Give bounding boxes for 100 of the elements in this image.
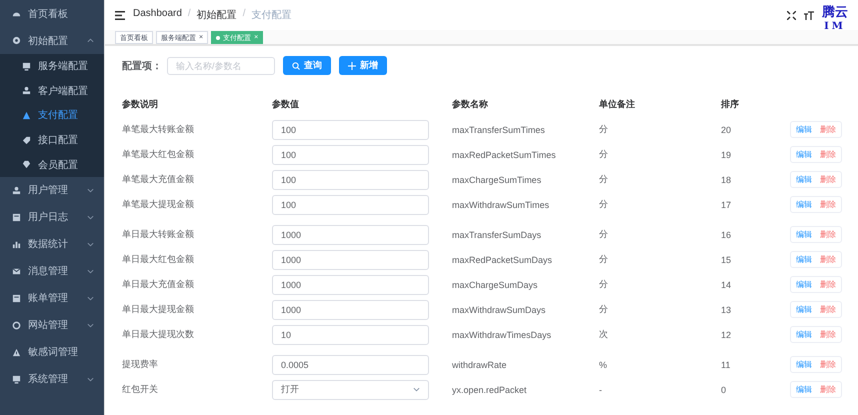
column-header: 参数说明	[122, 98, 159, 110]
table-cell-text: maxTransferSumDays	[452, 230, 542, 240]
input-field[interactable]: 100	[272, 144, 429, 164]
diamond-icon	[22, 160, 31, 170]
column-header: 参数值	[272, 98, 300, 110]
table-cell-text: 单笔最大转账金额	[122, 123, 195, 136]
table-cell-text: 单日最大转账金额	[122, 228, 195, 241]
table-cell-text: 17	[721, 200, 732, 210]
table-cell-text: 提现费率	[122, 358, 159, 371]
search-button[interactable]: 查询	[283, 56, 331, 75]
input-field[interactable]: 100	[272, 194, 429, 214]
search-icon	[292, 62, 300, 70]
select-field[interactable]: 打开	[272, 380, 429, 400]
input-field[interactable]: 100	[272, 170, 429, 190]
input-field[interactable]: 100	[272, 120, 429, 140]
input-field[interactable]: 1000	[272, 224, 429, 244]
submenu-item[interactable]: 客户端配置	[0, 78, 104, 104]
table-cell-text: 单日最大提现次数	[122, 328, 195, 341]
table-cell-text: 18	[721, 174, 732, 184]
sidebar-item[interactable]: 消息管理	[0, 258, 104, 285]
chevron-icon	[413, 387, 420, 392]
table-cell-text: 单日最大提现金额	[122, 303, 195, 316]
sidebar-item[interactable]: 系统管理	[0, 366, 104, 393]
table-cell-text: 分	[599, 278, 609, 291]
table-cell-text: -	[599, 384, 603, 394]
table-cell-text: 15	[721, 254, 732, 264]
column-header: 参数名称	[452, 98, 489, 110]
table-cell-text: 分	[599, 173, 609, 186]
add-button[interactable]: 新增	[339, 56, 387, 75]
submenu-item[interactable]: 支付配置	[0, 103, 104, 128]
table-cell-text: maxRedPacketSumTimes	[452, 150, 557, 160]
edit-link[interactable]: 编辑	[796, 329, 812, 340]
table-cell-text: 分	[599, 228, 609, 241]
edit-link[interactable]: 编辑	[796, 304, 812, 315]
table-cell-text: 分	[599, 253, 609, 266]
table-cell-text: withdrawRate	[452, 360, 508, 370]
input-field[interactable]: 1000	[272, 300, 429, 320]
table-cell-text: 单笔最大充值金额	[122, 173, 195, 186]
monitor-icon	[22, 62, 31, 71]
table-cell-text: 16	[721, 230, 732, 240]
document-icon	[12, 294, 21, 303]
table-cell-text: yx.open.redPacket	[452, 384, 528, 394]
input-field[interactable]: 1000	[272, 274, 429, 294]
user-icon	[22, 86, 31, 96]
tag-icon	[22, 136, 31, 145]
sidebar-item[interactable]: 用户管理	[0, 176, 104, 204]
input-field[interactable]: 1000	[272, 250, 429, 270]
breadcrumb-item: 支付配置	[251, 8, 292, 22]
edit-link[interactable]: 编辑	[796, 229, 812, 240]
sidebar-item[interactable]: 首页看板	[0, 0, 104, 27]
table-cell-text: 分	[599, 198, 609, 211]
logo: 腾云 IM	[822, 6, 848, 32]
edit-link[interactable]: 编辑	[796, 359, 812, 370]
table-cell-text: maxWithdrawSumTimes	[452, 200, 550, 210]
sidebar-item[interactable]: 数据统计	[0, 230, 104, 258]
plus-icon	[348, 62, 356, 70]
breadcrumb-item[interactable]: 初始配置	[196, 8, 237, 22]
input-field[interactable]: 0.0005	[272, 354, 429, 374]
sidebar-item[interactable]: 初始配置	[0, 27, 104, 54]
table-cell-text: maxTransferSumTimes	[452, 124, 546, 134]
sidebar-item[interactable]: 网站管理	[0, 312, 104, 339]
sidebar-item[interactable]: 账单管理	[0, 284, 104, 312]
submenu-item[interactable]: 接口配置	[0, 128, 104, 152]
edit-link[interactable]: 编辑	[796, 149, 812, 160]
fullscreen-icon[interactable]	[787, 10, 796, 20]
breadcrumb-item[interactable]: Dashboard	[133, 8, 182, 22]
table-cell-text: 19	[721, 150, 732, 160]
font-size-icon[interactable]	[804, 10, 814, 20]
table-cell-text: maxRedPacketSumDays	[452, 254, 554, 264]
submenu-item[interactable]: 会员配置	[0, 152, 104, 177]
breadcrumb-separator: /	[188, 8, 191, 21]
search-field[interactable]: 输入名称/参数名	[167, 56, 275, 74]
column-header: 单位备注	[599, 98, 636, 110]
table-cell-text: 单日最大充值金额	[122, 278, 195, 291]
edit-link[interactable]: 编辑	[796, 279, 812, 290]
user-icon	[12, 186, 21, 195]
monitor-icon	[12, 374, 21, 384]
input-field[interactable]: 10	[272, 324, 429, 344]
filter-label: 配置项：	[122, 60, 162, 72]
submenu-item[interactable]: 服务端配置	[0, 54, 104, 79]
table-cell-text: 单笔最大提现金额	[122, 198, 195, 211]
envelope-icon	[12, 266, 21, 276]
table-cell-text: 20	[721, 124, 732, 134]
edit-link[interactable]: 编辑	[796, 124, 812, 135]
sidebar-item[interactable]: 敏感词管理	[0, 338, 104, 366]
edit-link[interactable]: 编辑	[796, 254, 812, 265]
breadcrumb-separator: /	[242, 8, 246, 21]
edit-link[interactable]: 编辑	[796, 384, 812, 395]
column-header: 排序	[721, 98, 740, 110]
edit-link[interactable]: 编辑	[796, 199, 812, 210]
table-cell-text: 次	[599, 328, 609, 341]
edit-link[interactable]: 编辑	[796, 174, 812, 185]
table-cell-text: maxChargeSumTimes	[452, 174, 542, 184]
table-cell-text: 单笔最大红包金额	[122, 148, 195, 161]
table-cell-text: 分	[599, 123, 609, 136]
document-icon	[12, 212, 21, 222]
sidebar-item[interactable]: 用户日志	[0, 204, 104, 231]
table-cell-text: 分	[599, 303, 609, 316]
menu-icon[interactable]	[115, 10, 125, 20]
table-cell-text: 13	[721, 304, 732, 314]
